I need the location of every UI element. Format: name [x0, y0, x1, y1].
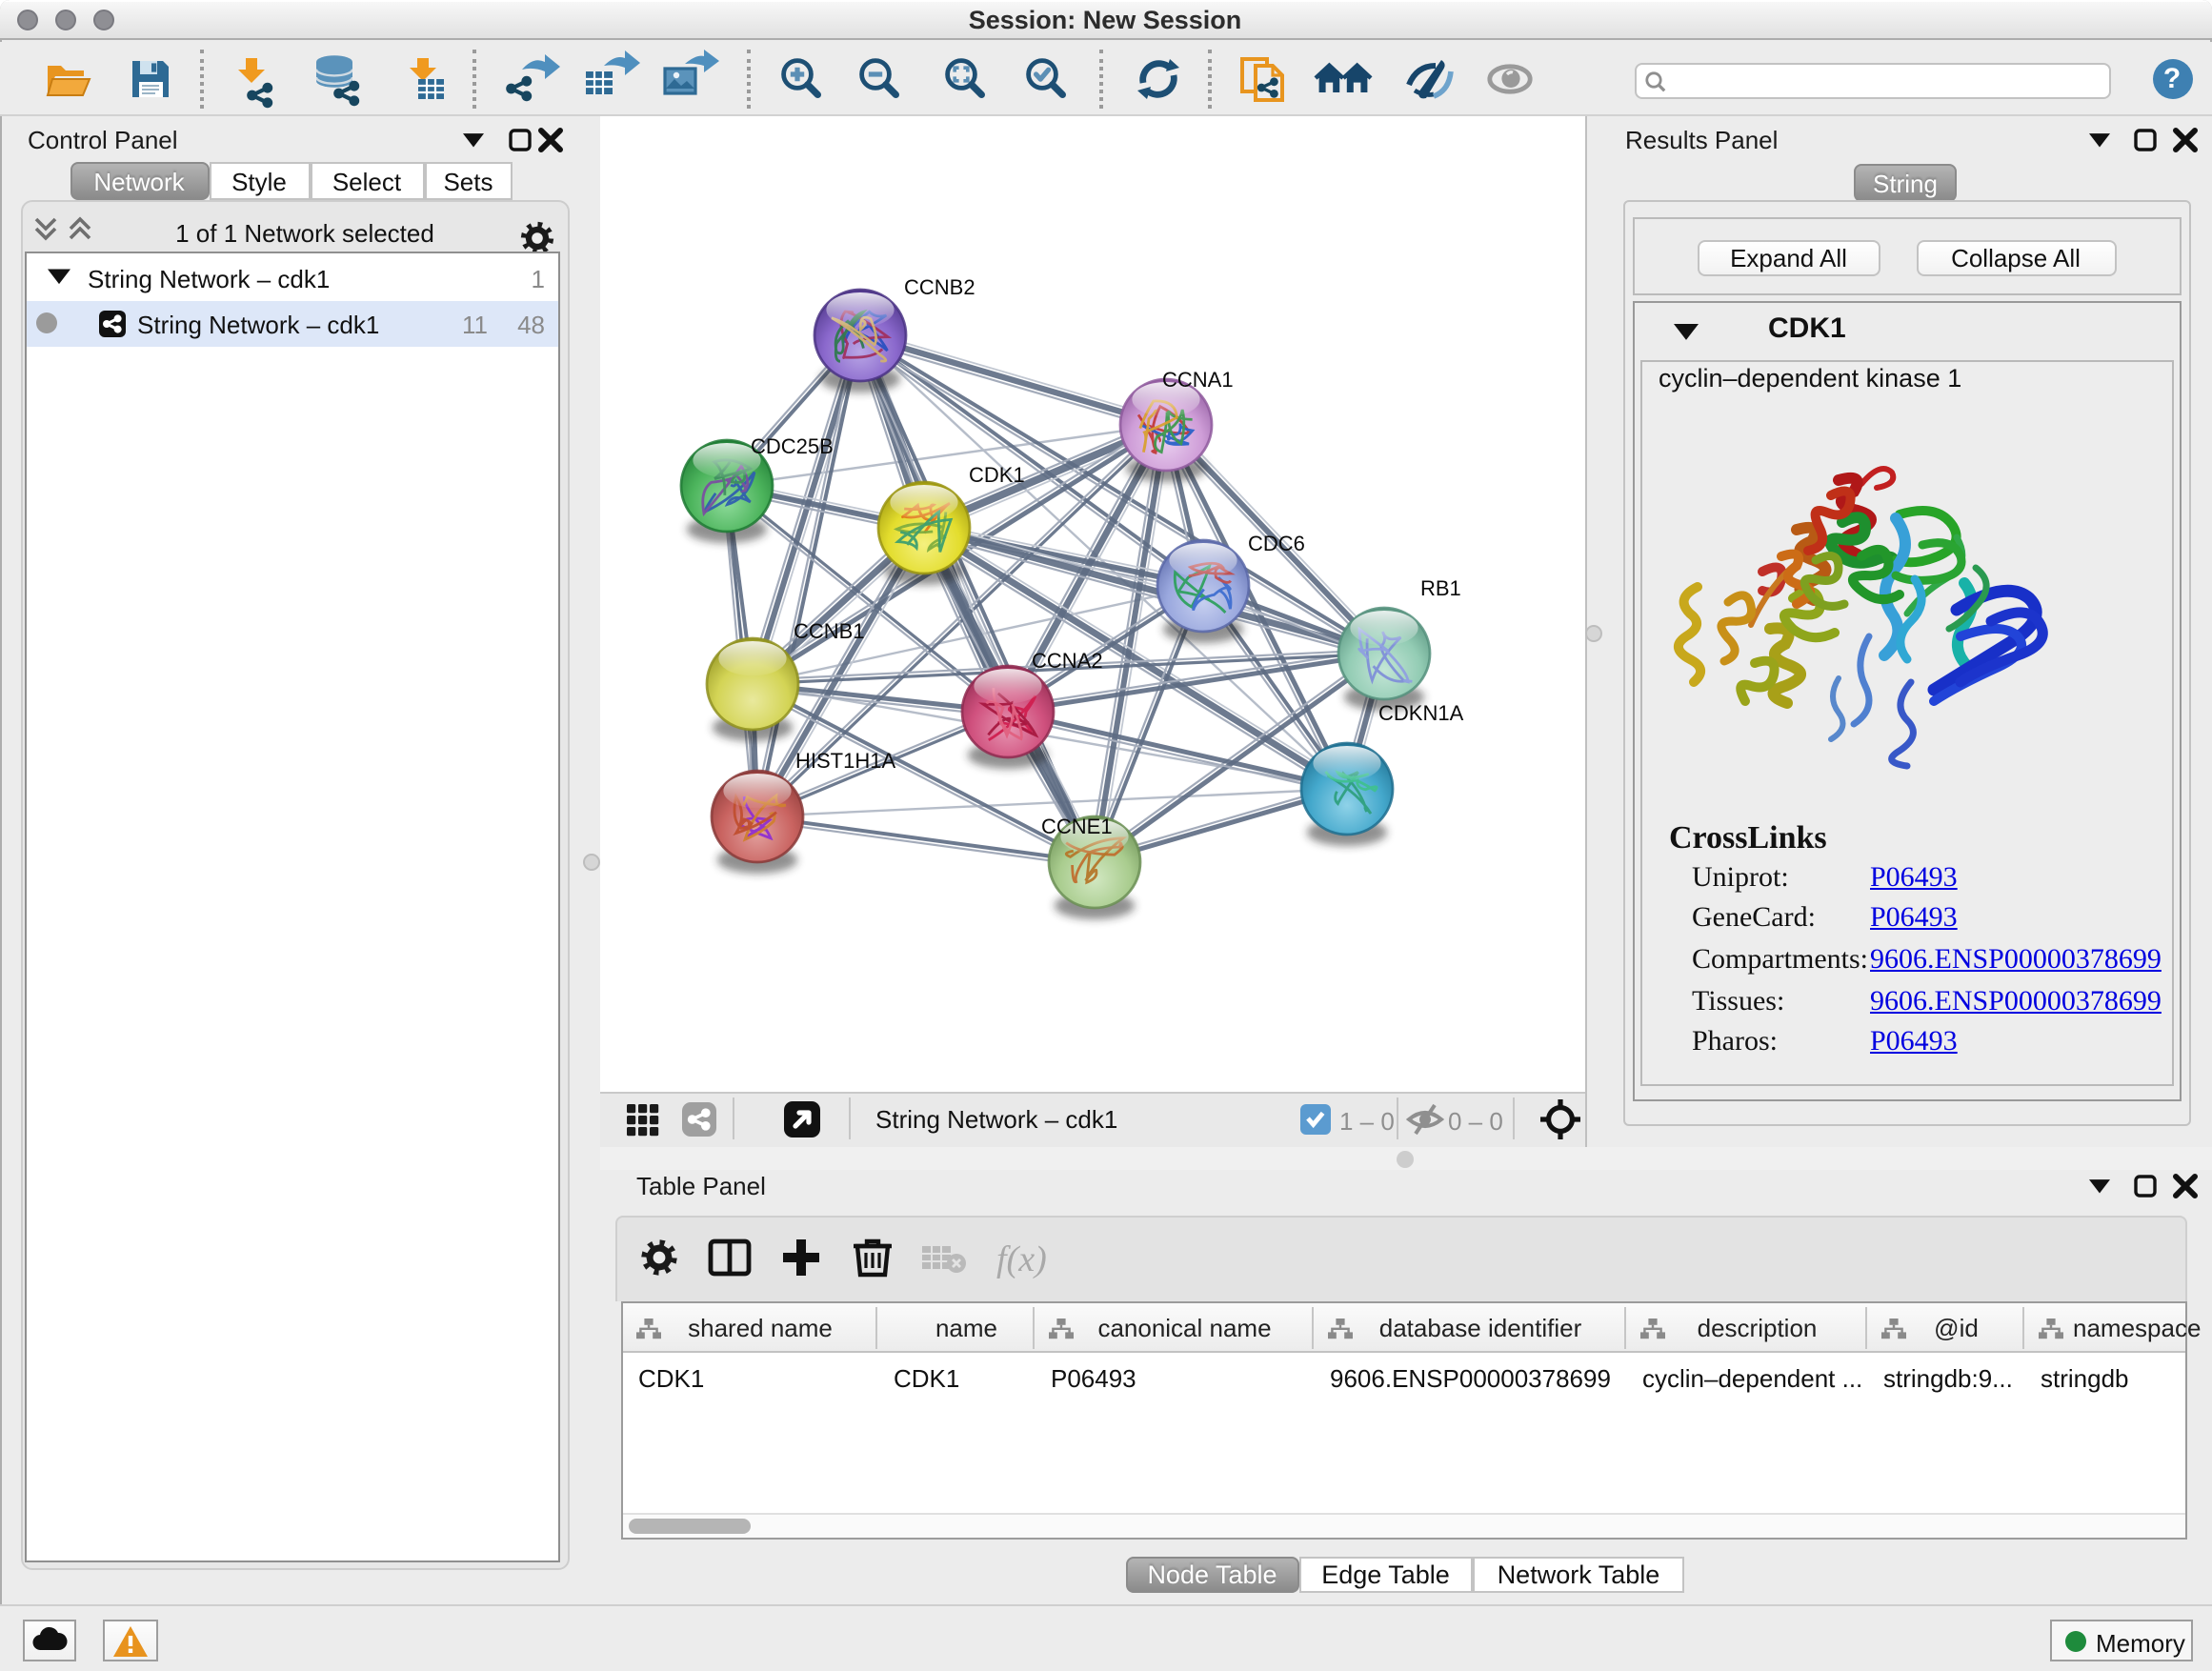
svg-text:CCNB2: CCNB2 — [904, 275, 975, 299]
svg-text:CCNE1: CCNE1 — [1041, 815, 1113, 838]
svg-text:description: description — [1698, 1313, 1818, 1341]
svg-text:name: name — [935, 1313, 997, 1341]
svg-text:CDC6: CDC6 — [1248, 532, 1305, 555]
svg-text:f(x): f(x) — [996, 1238, 1047, 1278]
svg-text:shared name: shared name — [688, 1313, 833, 1341]
svg-text:RB1: RB1 — [1420, 576, 1461, 600]
svg-text:HIST1H1A: HIST1H1A — [795, 749, 895, 773]
svg-text:CDK1: CDK1 — [969, 463, 1025, 487]
svg-text:CCNA1: CCNA1 — [1162, 368, 1234, 392]
svg-text:CDKN1A: CDKN1A — [1378, 701, 1464, 725]
svg-text:namespace: namespace — [2073, 1313, 2201, 1341]
svg-text:CCNB1: CCNB1 — [794, 619, 865, 643]
svg-text:@id: @id — [1934, 1313, 1979, 1341]
svg-text:database identifier: database identifier — [1379, 1313, 1582, 1341]
svg-text:CCNA2: CCNA2 — [1032, 649, 1103, 673]
svg-text:CDC25B: CDC25B — [751, 434, 834, 458]
svg-text:canonical name: canonical name — [1097, 1313, 1271, 1341]
